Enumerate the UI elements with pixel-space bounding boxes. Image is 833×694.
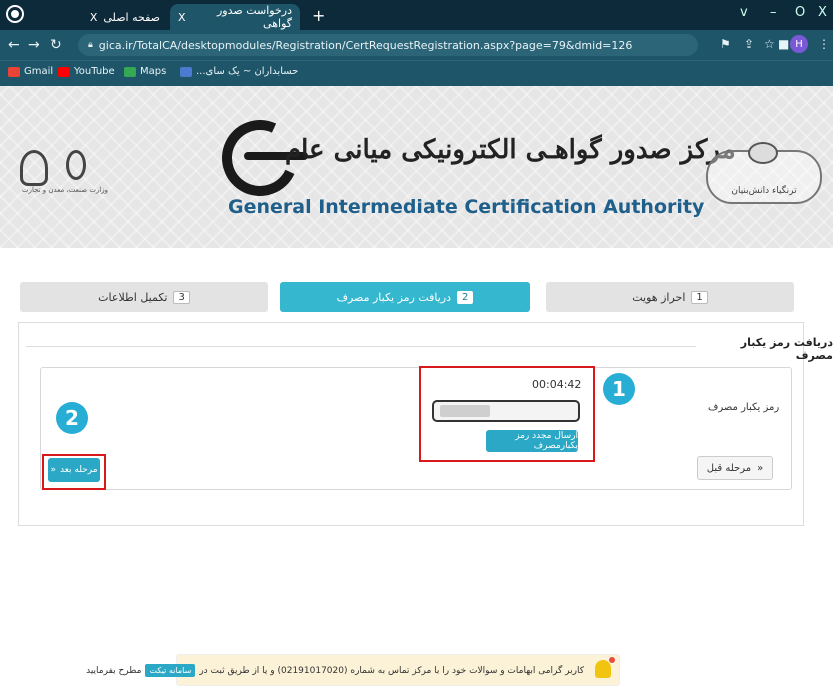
close-window-button[interactable]: X [818,5,827,20]
step-label: دریافت رمز یکبار مصرف [336,290,452,304]
new-tab-button[interactable]: + [312,6,325,25]
tab-title: درخواست صدور گواهی [216,4,292,30]
step-number: 1 [691,290,708,304]
otp-field-label: رمز یکبار مصرف [708,402,780,413]
bookmark-label: Gmail [24,66,54,77]
iran-emblem-icon [66,150,86,180]
next-step-button[interactable]: مرحله بعد « [48,458,100,482]
profile-avatar[interactable]: H [790,35,808,53]
tab-title: صفحه اصلی [103,10,160,24]
next-label: مرحله بعد [59,465,98,475]
back-arrow-icon[interactable]: ← [8,37,20,53]
bookmark-label: Maps [140,66,167,77]
maximize-button[interactable]: O [795,5,805,20]
youtube-icon [58,66,70,77]
bookmark-label: حسابداران ~ یک سای... [196,66,299,77]
site-icon [180,66,192,77]
bookmark-maps[interactable]: Maps [124,66,166,77]
tab-close-icon[interactable]: X [178,11,186,24]
divider [26,346,696,347]
prev-label: مرحله قبل [706,462,752,474]
notice-text: کاربر گرامی ابهامات و سوالات خود را با م… [199,665,584,676]
bookmark-gmail[interactable]: Gmail [8,66,53,77]
previous-step-button[interactable]: « مرحله قبل [697,456,773,480]
tab-close-icon[interactable]: X [90,11,98,24]
address-bar[interactable]: 🔒︎ gica.ir/TotalCA/desktopmodules/Regist… [78,34,698,56]
menu-icon[interactable]: ⋮ [818,37,830,51]
notification-dot [609,657,615,663]
lock-icon: 🔒︎ [88,40,93,50]
maps-icon [124,66,136,77]
share-icon[interactable]: ⇪ [744,37,754,51]
step-otp[interactable]: 2 دریافت رمز یکبار مصرف [280,282,530,312]
step-label: احراز هویت [632,290,686,304]
translate-icon[interactable]: ⚑ [720,37,731,51]
step-label: تکمیل اطلاعات [98,290,168,304]
prev-arrow-icon: « [757,462,764,474]
annotation-marker-1: 1 [603,373,635,405]
tab-home[interactable]: صفحه اصلی X [78,4,168,30]
bookmark-label: YouTube [74,66,115,77]
site-title-fa: مرکز صدور گواهـی الکترونیکی میانی عام [285,135,736,165]
sidepanel-icon[interactable]: ■ [778,37,789,51]
annotation-marker-2: 2 [56,402,88,434]
next-arrow-icon: « [50,465,56,475]
ministry-caption: وزارت صنعت، معدن و تجارت [21,186,109,194]
bell-icon [595,660,611,678]
browser-logo-icon [8,7,22,21]
step-complete-info[interactable]: 3 تکمیل اطلاعات [20,282,268,312]
gmail-icon [8,66,20,77]
tab-cert-request[interactable]: درخواست صدور گواهی X [170,4,300,30]
bookmark-site[interactable]: حسابداران ~ یک سای... [180,66,298,77]
minimize-button[interactable]: – [770,5,777,20]
step-number: 2 [457,290,474,304]
annotation-box-otp [419,366,595,462]
url-text: gica.ir/TotalCA/desktopmodules/Registrat… [98,38,633,52]
panel-title: دریافت رمز یکبار مصرف [740,336,833,362]
step-identity[interactable]: 1 احراز هویت [546,282,794,312]
bookmark-star-icon[interactable]: ☆ [764,37,775,51]
ministry-logo-icon [20,150,48,186]
step-number: 3 [173,290,190,304]
ticket-system-button[interactable]: سامانه تیکت [145,664,196,677]
tab-search-icon[interactable]: v [740,5,748,20]
reload-icon[interactable]: ↻ [50,37,62,53]
notice-text-end: مطرح بفرمایید [86,665,142,676]
site-title-en: General Intermediate Certification Autho… [228,196,705,218]
forward-arrow-icon[interactable]: → [28,37,40,53]
notice-text-row: کاربر گرامی ابهامات و سوالات خود را با م… [86,664,584,677]
otp-form-box [40,367,792,490]
bookmark-youtube[interactable]: YouTube [58,66,115,77]
badge-emblem-icon [748,142,778,164]
